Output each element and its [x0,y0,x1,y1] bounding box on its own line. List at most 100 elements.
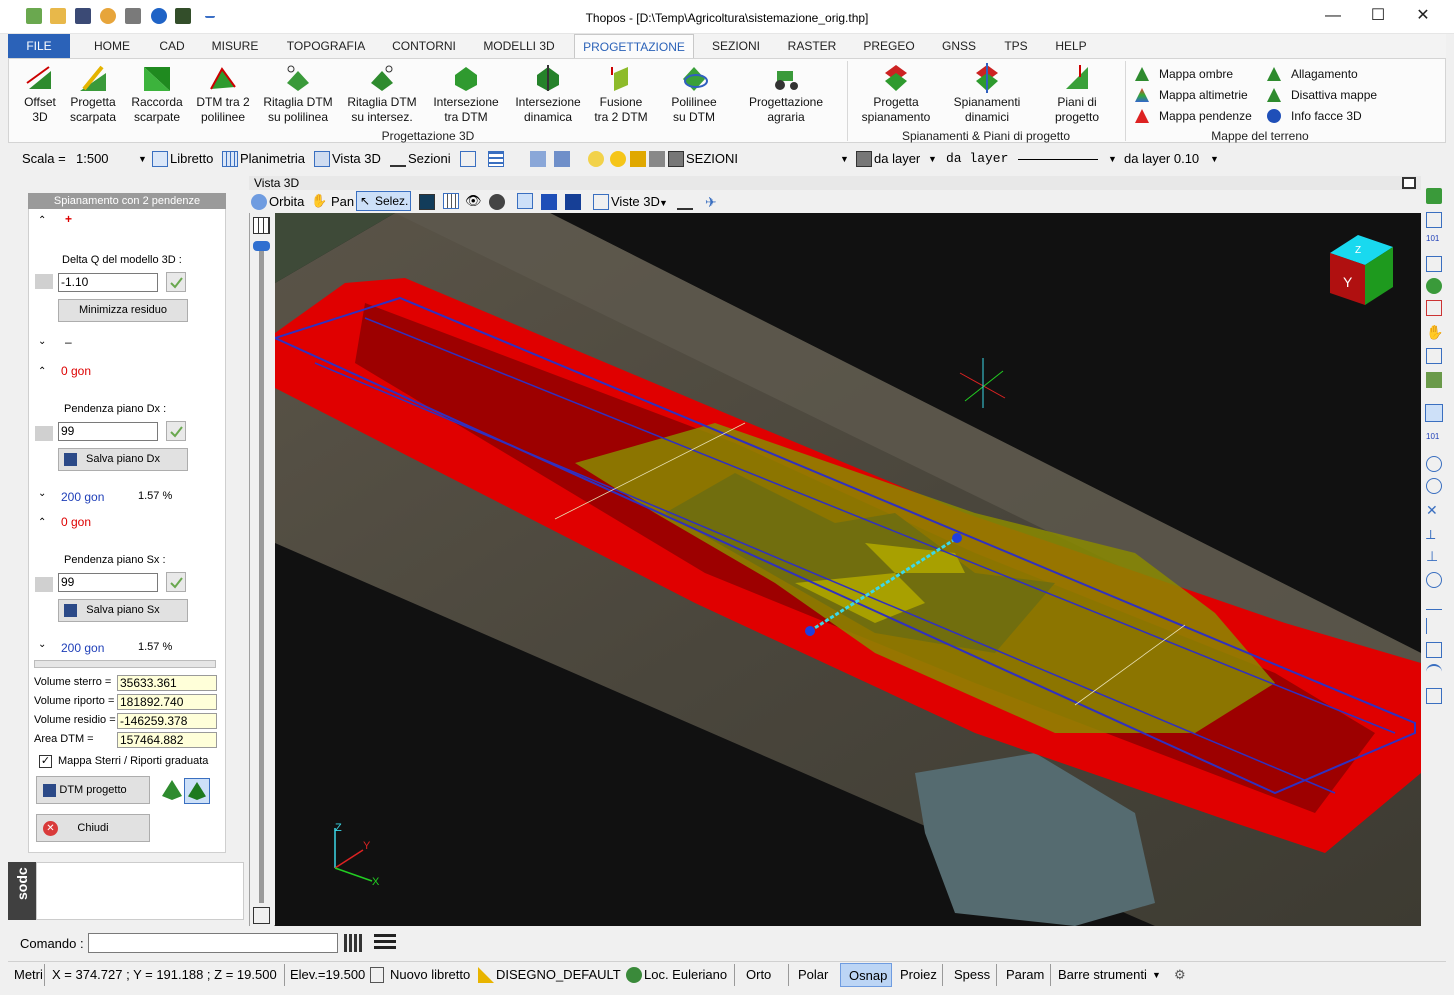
loc-status[interactable]: Loc. Euleriano [644,967,727,983]
color-dropdown-icon[interactable]: ▼ [928,151,937,167]
dx-slider-thumb[interactable] [35,426,53,441]
tab-cad[interactable]: CAD [148,34,196,58]
solid-cube-icon[interactable] [565,194,581,210]
snap-101-icon[interactable]: 101 [1426,432,1442,448]
snap-point-icon[interactable] [1426,456,1442,472]
list-icon[interactable] [374,934,396,952]
sx-ok-button[interactable] [166,572,186,592]
zoom-out-icon[interactable] [1426,300,1442,316]
dtm-view-active-icon[interactable] [184,778,210,804]
libretto-status[interactable]: Nuovo libretto [390,967,470,983]
layer-select[interactable]: SEZIONI [686,151,846,167]
tab-gnss[interactable]: GNSS [934,34,984,58]
polar-toggle[interactable]: Polar [798,967,828,983]
sx-input[interactable]: 99 [58,573,158,592]
tab-progettazione[interactable]: PROGETTAZIONE [574,34,694,59]
bulb-icon[interactable] [588,151,604,167]
dtm-progetto-button[interactable]: DTM progetto [36,776,150,804]
proiez-toggle[interactable]: Proiez [900,967,937,983]
grid-toggle-icon[interactable] [253,217,270,234]
snap-perpendicular-icon[interactable]: ⊥ [1426,548,1438,565]
intersezione-dinamica-button[interactable]: Intersezione dinamica [511,63,585,125]
barre-dropdown-icon[interactable]: ▼ [1152,967,1161,983]
selez-button[interactable]: ↖ Selez. [356,191,411,211]
scala-dropdown-icon[interactable]: ▼ [138,151,147,167]
fusione-tra-2-dtm-button[interactable]: Fusione tra 2 DTM [591,63,651,125]
wireframe-cube-icon[interactable] [517,193,533,209]
snap-parallel-icon[interactable] [1426,618,1442,634]
lineweight-select[interactable]: da layer 0.10 [1124,151,1199,167]
tab-raster[interactable]: RASTER [780,34,844,58]
intersezione-tra-dtm-button[interactable]: Intersezione tra DTM [429,63,503,125]
zoom-in-icon[interactable] [1426,278,1442,294]
maximize-button[interactable]: ☐ [1355,4,1401,28]
slider-thumb[interactable] [35,274,53,289]
param-toggle[interactable]: Param [1006,967,1044,983]
zoom-window-icon[interactable] [1426,212,1442,228]
progettazione-agraria-button[interactable]: Progettazione agraria [739,63,833,125]
delta-ok-button[interactable] [166,272,186,292]
bars-icon[interactable] [488,151,504,167]
zoom-extents-icon[interactable] [1426,188,1442,204]
layer-dropdown-icon[interactable]: ▼ [840,151,849,167]
snap-intersection-icon[interactable]: ✕ [1426,502,1438,519]
view-cube[interactable]: Y Z [1330,235,1393,305]
tab-file[interactable]: FILE [8,34,70,58]
chiudi-button[interactable]: ✕ Chiudi [36,814,150,842]
mappa-ombre-button[interactable]: Mappa ombre [1135,65,1255,83]
layers-icon[interactable] [530,151,546,167]
tab-contorni[interactable]: CONTORNI [386,34,462,58]
layout-icon[interactable] [460,151,476,167]
info-facce-3d-button[interactable]: Info facce 3D [1267,107,1387,125]
expand-chevron-icon[interactable]: ⌄ [38,639,46,650]
snap-off-icon[interactable] [1426,688,1442,704]
dtm-tra-2-polilinee-button[interactable]: DTM tra 2 polilinee [193,63,253,125]
raccorda-scarpate-button[interactable]: Raccorda scarpate [127,63,187,125]
linetype-select[interactable]: da layer [946,151,1008,167]
grid-icon[interactable] [443,193,459,209]
section-endpoint[interactable] [952,533,962,543]
command-input[interactable] [88,933,338,953]
lineweight-dropdown-icon[interactable]: ▼ [1210,151,1219,167]
snap-nearest-icon[interactable] [1426,594,1442,610]
sezioni-button[interactable]: Sezioni [408,151,451,167]
disattiva-mappe-button[interactable]: Disattiva mappe [1267,86,1387,104]
close-button[interactable]: ✕ [1400,4,1446,28]
osnap-toggle[interactable]: Osnap [840,963,892,987]
scala-select[interactable]: 1:500 [76,151,146,167]
expand-chevron-icon[interactable]: ⌄ [38,336,46,347]
shaded-cube-icon[interactable] [541,194,557,210]
color-select[interactable]: da layer [874,151,920,167]
polilinee-su-dtm-button[interactable]: Polilinee su DTM [663,63,725,125]
bottom-grid-icon[interactable] [253,907,270,924]
maximize-view-button[interactable] [1402,177,1416,189]
snap-plane-icon[interactable] [1426,642,1442,658]
map-icon[interactable] [1426,372,1442,388]
expand-chevron-icon[interactable]: ⌄ [38,488,46,499]
delta-input[interactable]: -1.10 [58,273,158,292]
layers-stack-icon[interactable] [554,151,570,167]
minimize-button[interactable]: — [1310,4,1356,28]
vista-3d-button[interactable]: Vista 3D [332,151,381,167]
section-endpoint[interactable] [805,626,815,636]
tab-modelli-3d[interactable]: MODELLI 3D [476,34,562,58]
orto-toggle[interactable]: Orto [746,967,771,983]
offset-3d-button[interactable]: Offset 3D [17,63,63,125]
flight-icon[interactable]: ✈ [705,194,721,210]
dx-input[interactable]: 99 [58,422,158,441]
calculator-icon[interactable] [344,934,362,952]
pan-button[interactable]: Pan [331,194,354,210]
viste-dropdown-icon[interactable]: ▼ [659,195,668,211]
sun-icon[interactable] [610,151,626,167]
spess-toggle[interactable]: Spess [954,967,990,983]
snap-arc-icon[interactable] [1426,664,1442,680]
collapse-chevron-icon[interactable]: ⌃ [38,366,46,377]
zoom-slider-thumb[interactable] [253,241,270,251]
progetta-spianamento-button[interactable]: Progetta spianamento [857,63,935,125]
image-icon[interactable] [1426,348,1442,364]
snap-center-icon[interactable] [1426,478,1442,494]
mappa-altimetrie-button[interactable]: Mappa altimetrie [1135,86,1255,104]
printer-icon[interactable] [649,151,665,167]
eye-icon[interactable]: 👁 [465,193,482,209]
linetype-dropdown-icon[interactable]: ▼ [1108,151,1117,167]
